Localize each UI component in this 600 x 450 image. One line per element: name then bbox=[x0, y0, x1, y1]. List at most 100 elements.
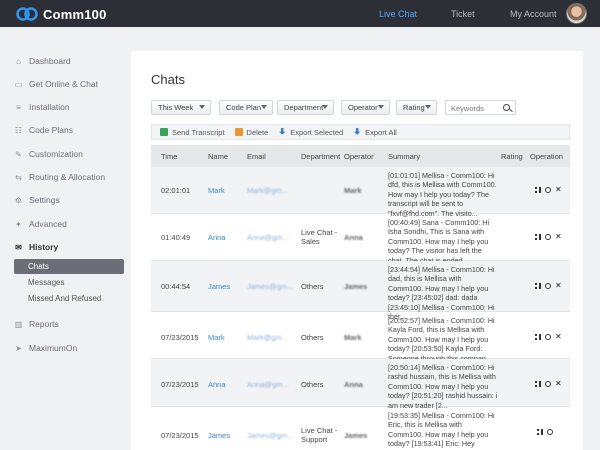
action-toolbar: Send Transcript Delete Export Selected E… bbox=[151, 124, 570, 140]
cell-email[interactable]: Mark@gm... bbox=[247, 186, 288, 195]
sidebar-item-get-online-chat[interactable]: ▭ Get Online & Chat bbox=[14, 77, 98, 91]
download-icon bbox=[279, 128, 286, 135]
cell-summary[interactable]: [20:50:14] Mellisa - Comm100: Hi rashid … bbox=[388, 363, 498, 410]
sidebar-item-maximumon[interactable]: ➤ MaximumOn bbox=[14, 341, 77, 355]
sidebar-subitem-missed-and-refused[interactable]: Missed And Refused bbox=[14, 291, 124, 306]
cell-name[interactable]: Anna bbox=[208, 380, 226, 389]
cell-name[interactable]: Anna bbox=[208, 233, 226, 242]
clock-icon[interactable] bbox=[547, 429, 553, 435]
column-header-time[interactable]: Time bbox=[161, 145, 177, 167]
view-transcript-icon[interactable] bbox=[535, 283, 541, 289]
column-header-summary[interactable]: Summary bbox=[388, 145, 420, 167]
action-label: Delete bbox=[246, 127, 269, 137]
sidebar-item-code-plans[interactable]: ☷ Code Plans bbox=[14, 123, 73, 137]
avatar[interactable] bbox=[566, 3, 587, 24]
sidebar-item-reports[interactable]: ▥ Reports bbox=[14, 317, 59, 331]
close-icon[interactable]: ✕ bbox=[555, 282, 562, 290]
filter-code-plan[interactable]: Code Plan bbox=[219, 100, 273, 115]
cell-email[interactable]: Anna@gm... bbox=[247, 380, 289, 389]
cell-summary[interactable]: [19:53:35] Mellisa - Comm100: Hi Eric, t… bbox=[388, 411, 498, 450]
view-transcript-icon[interactable] bbox=[535, 187, 541, 193]
cell-operation: ✕ bbox=[535, 333, 562, 341]
main-panel: Chats This Week Code Plan Department Ope… bbox=[131, 51, 583, 450]
table-row[interactable]: 01:40:49 Anna Anna@gm... Live Chat - Sal… bbox=[151, 214, 570, 265]
mail-icon: ✉ bbox=[15, 242, 22, 252]
filter-department[interactable]: Department bbox=[277, 100, 334, 115]
close-icon[interactable]: ✕ bbox=[555, 333, 562, 341]
cell-name[interactable]: James bbox=[208, 282, 230, 291]
list-icon: ≡ bbox=[16, 102, 21, 112]
view-transcript-icon[interactable] bbox=[537, 429, 543, 435]
clock-icon[interactable] bbox=[545, 381, 551, 387]
cell-summary[interactable]: [00:40:49] Sana - Comm100: Hi Isha Sondh… bbox=[388, 218, 498, 265]
table-row[interactable]: 00:44:54 James James@gm... Others James … bbox=[151, 261, 570, 321]
clock-icon[interactable] bbox=[545, 187, 551, 193]
clock-icon[interactable] bbox=[545, 234, 551, 240]
export-selected-button[interactable]: Export Selected bbox=[278, 128, 343, 137]
filter-label: Operator bbox=[348, 103, 378, 112]
view-transcript-icon[interactable] bbox=[535, 381, 541, 387]
chevron-down-icon bbox=[378, 105, 384, 109]
cell-name[interactable]: Mark bbox=[208, 186, 225, 195]
table-row[interactable]: 02:01:01 Mark Mark@gm... Mark [01:01:01]… bbox=[151, 167, 570, 218]
cell-summary[interactable]: [20:52:57] Mellisa - Comm100: Hi Kayla F… bbox=[388, 316, 498, 363]
sidebar-item-dashboard[interactable]: ⌂ Dashboard bbox=[14, 54, 71, 68]
keyword-search[interactable] bbox=[445, 100, 516, 115]
view-transcript-icon[interactable] bbox=[535, 234, 541, 240]
cell-operator: Anna bbox=[344, 380, 363, 389]
cell-operation: ✕ bbox=[535, 380, 562, 388]
filter-operator[interactable]: Operator bbox=[341, 100, 390, 115]
chevron-down-icon bbox=[261, 105, 267, 109]
close-icon[interactable]: ✕ bbox=[555, 233, 562, 241]
cell-operation: ✕ bbox=[535, 282, 562, 290]
sidebar-item-customization[interactable]: ✎ Customization bbox=[14, 147, 83, 161]
cell-time: 07/23/2015 bbox=[161, 333, 199, 342]
column-header-department[interactable]: Department bbox=[301, 145, 340, 167]
search-icon[interactable] bbox=[503, 104, 510, 111]
download-icon bbox=[353, 128, 361, 135]
column-header-name[interactable]: Name bbox=[208, 145, 228, 167]
filter-rating[interactable]: Rating bbox=[396, 100, 437, 115]
cell-email[interactable]: Mark@gm... bbox=[247, 333, 288, 342]
nav-ticket[interactable]: Ticket bbox=[451, 0, 475, 27]
sidebar-item-routing-allocation[interactable]: ⇆ Routing & Allocation bbox=[14, 170, 105, 184]
nav-live-chat[interactable]: Live Chat bbox=[379, 0, 417, 27]
top-bar: Comm100 Live Chat Ticket My Account bbox=[0, 0, 600, 27]
table-row[interactable]: 07/23/2015 Mark Mark@gm... Others Mark [… bbox=[151, 312, 570, 363]
delete-button[interactable]: Delete bbox=[234, 127, 269, 137]
grid-icon: ☷ bbox=[14, 125, 23, 135]
nav-my-account[interactable]: My Account bbox=[510, 0, 557, 27]
table-row[interactable]: 07/23/2015 James James@gm... Live Chat -… bbox=[151, 407, 570, 450]
export-all-button[interactable]: Export All bbox=[353, 128, 397, 137]
clock-icon[interactable] bbox=[545, 334, 551, 340]
filter-date-range[interactable]: This Week bbox=[151, 100, 211, 115]
close-icon[interactable]: ✕ bbox=[555, 380, 562, 388]
table-row[interactable]: 07/23/2015 Anna Anna@gm... Others Anna [… bbox=[151, 359, 570, 410]
sidebar-item-label: Installation bbox=[29, 102, 70, 112]
sidebar-item-history[interactable]: ✉ History bbox=[14, 240, 58, 254]
view-transcript-icon[interactable] bbox=[535, 334, 541, 340]
close-icon[interactable]: ✕ bbox=[555, 186, 562, 194]
search-input[interactable] bbox=[451, 103, 501, 113]
cell-name[interactable]: Mark bbox=[208, 333, 225, 342]
cell-name[interactable]: James bbox=[208, 431, 230, 440]
sidebar-item-advanced[interactable]: ✦ Advanced bbox=[14, 217, 67, 231]
home-icon: ⌂ bbox=[16, 56, 21, 66]
cell-email[interactable]: Anna@gm... bbox=[247, 233, 289, 242]
brand-logo[interactable]: Comm100 bbox=[16, 6, 107, 22]
cell-email[interactable]: James@gm... bbox=[247, 431, 293, 440]
cell-email[interactable]: James@gm... bbox=[247, 282, 293, 291]
column-header-email[interactable]: Email bbox=[247, 145, 266, 167]
sidebar-subitem-messages[interactable]: Messages bbox=[14, 275, 124, 290]
sidebar-item-installation[interactable]: ≡ Installation bbox=[14, 100, 70, 114]
sidebar-item-settings[interactable]: ⚙ Settings bbox=[14, 193, 60, 207]
send-transcript-button[interactable]: Send Transcript bbox=[160, 128, 225, 137]
column-header-rating[interactable]: Rating bbox=[501, 145, 523, 167]
cell-operator: Mark bbox=[344, 333, 362, 342]
column-header-operator[interactable]: Operator bbox=[344, 145, 374, 167]
cell-summary[interactable]: [01:01:01] Mellisa - Comm100: Hi dfd, th… bbox=[388, 171, 498, 218]
sidebar-subitem-chats[interactable]: Chats bbox=[14, 259, 124, 274]
sidebar-item-label: Dashboard bbox=[29, 56, 71, 66]
cell-operation: ✕ bbox=[535, 186, 562, 194]
clock-icon[interactable] bbox=[545, 283, 551, 289]
